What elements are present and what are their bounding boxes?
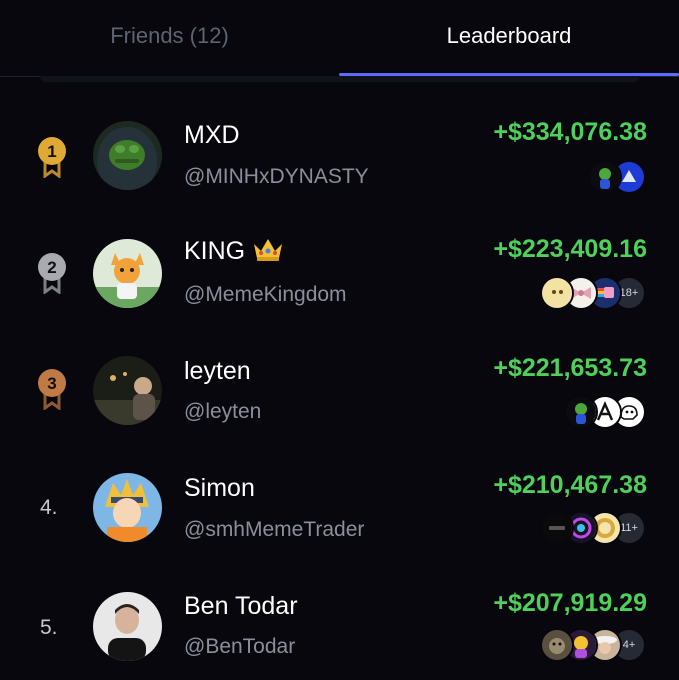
avatar[interactable]: [93, 473, 162, 542]
trader-name-text: KING: [184, 237, 246, 265]
tab-bar: Friends (12) Leaderboard: [0, 0, 679, 77]
rank-number: 3: [47, 374, 56, 393]
dog-token-icon[interactable]: [540, 628, 574, 662]
rank-number: 4.: [40, 496, 58, 519]
yellow-face-token-icon[interactable]: [540, 276, 574, 310]
token-stack[interactable]: [588, 160, 646, 194]
profit-value: +$207,919.29: [493, 589, 647, 617]
trader-name: Simon: [184, 474, 255, 502]
silver-medal-icon: 2: [38, 253, 66, 294]
tab-leaderboard[interactable]: Leaderboard: [339, 20, 679, 52]
avatar[interactable]: [93, 239, 162, 308]
trader-name: Ben Todar: [184, 592, 298, 620]
profit-value: +$223,409.16: [493, 235, 647, 263]
leaderboard-row[interactable]: 3 leyten @leyten +$221,653.73: [0, 332, 679, 448]
trader-handle: @MemeKingdom: [184, 283, 347, 306]
tab-friends[interactable]: Friends (12): [0, 20, 339, 52]
leaderboard-row[interactable]: 5. Ben Todar @BenTodar +$207,919.29 4+: [0, 564, 679, 680]
trader-handle: @leyten: [184, 400, 262, 423]
token-stack[interactable]: 4+: [540, 628, 646, 662]
trader-name: leyten: [184, 357, 251, 385]
trader-handle: @BenTodar: [184, 635, 296, 658]
leaderboard-row[interactable]: 2 KING @MemeKingdom +$223,409.16 18+: [0, 216, 679, 332]
leaderboard-row[interactable]: 1 MXD @MINHxDYNASTY +$334,076.38: [0, 100, 679, 216]
token-stack[interactable]: [564, 395, 646, 429]
trader-handle: @MINHxDYNASTY: [184, 165, 369, 188]
rank-number: 2: [47, 258, 56, 277]
token-stack[interactable]: 11+: [540, 511, 646, 545]
leaderboard-row[interactable]: 4. Simon @smhMemeTrader +$210,467.38 11+: [0, 448, 679, 564]
avatar[interactable]: [93, 592, 162, 661]
gold-medal-icon: 1: [38, 137, 66, 178]
frog-token-icon[interactable]: [564, 395, 598, 429]
trader-name: KING: [184, 236, 285, 266]
profit-value: +$221,653.73: [493, 354, 647, 382]
trader-handle: @smhMemeTrader: [184, 518, 365, 541]
bronze-medal-icon: 3: [38, 369, 66, 410]
profit-value: +$334,076.38: [493, 118, 647, 146]
crown-icon: [254, 239, 283, 261]
token-stack[interactable]: 18+: [540, 276, 646, 310]
avatar[interactable]: [93, 356, 162, 425]
trader-name: MXD: [184, 121, 240, 149]
rank-number: 1: [47, 142, 56, 161]
profit-value: +$210,467.38: [493, 471, 647, 499]
frog-token-icon[interactable]: [588, 160, 622, 194]
avatar[interactable]: [93, 121, 162, 190]
rank-number: 5.: [40, 616, 58, 639]
dark-text-token-icon[interactable]: [540, 511, 574, 545]
tab-shadow: [40, 76, 640, 82]
